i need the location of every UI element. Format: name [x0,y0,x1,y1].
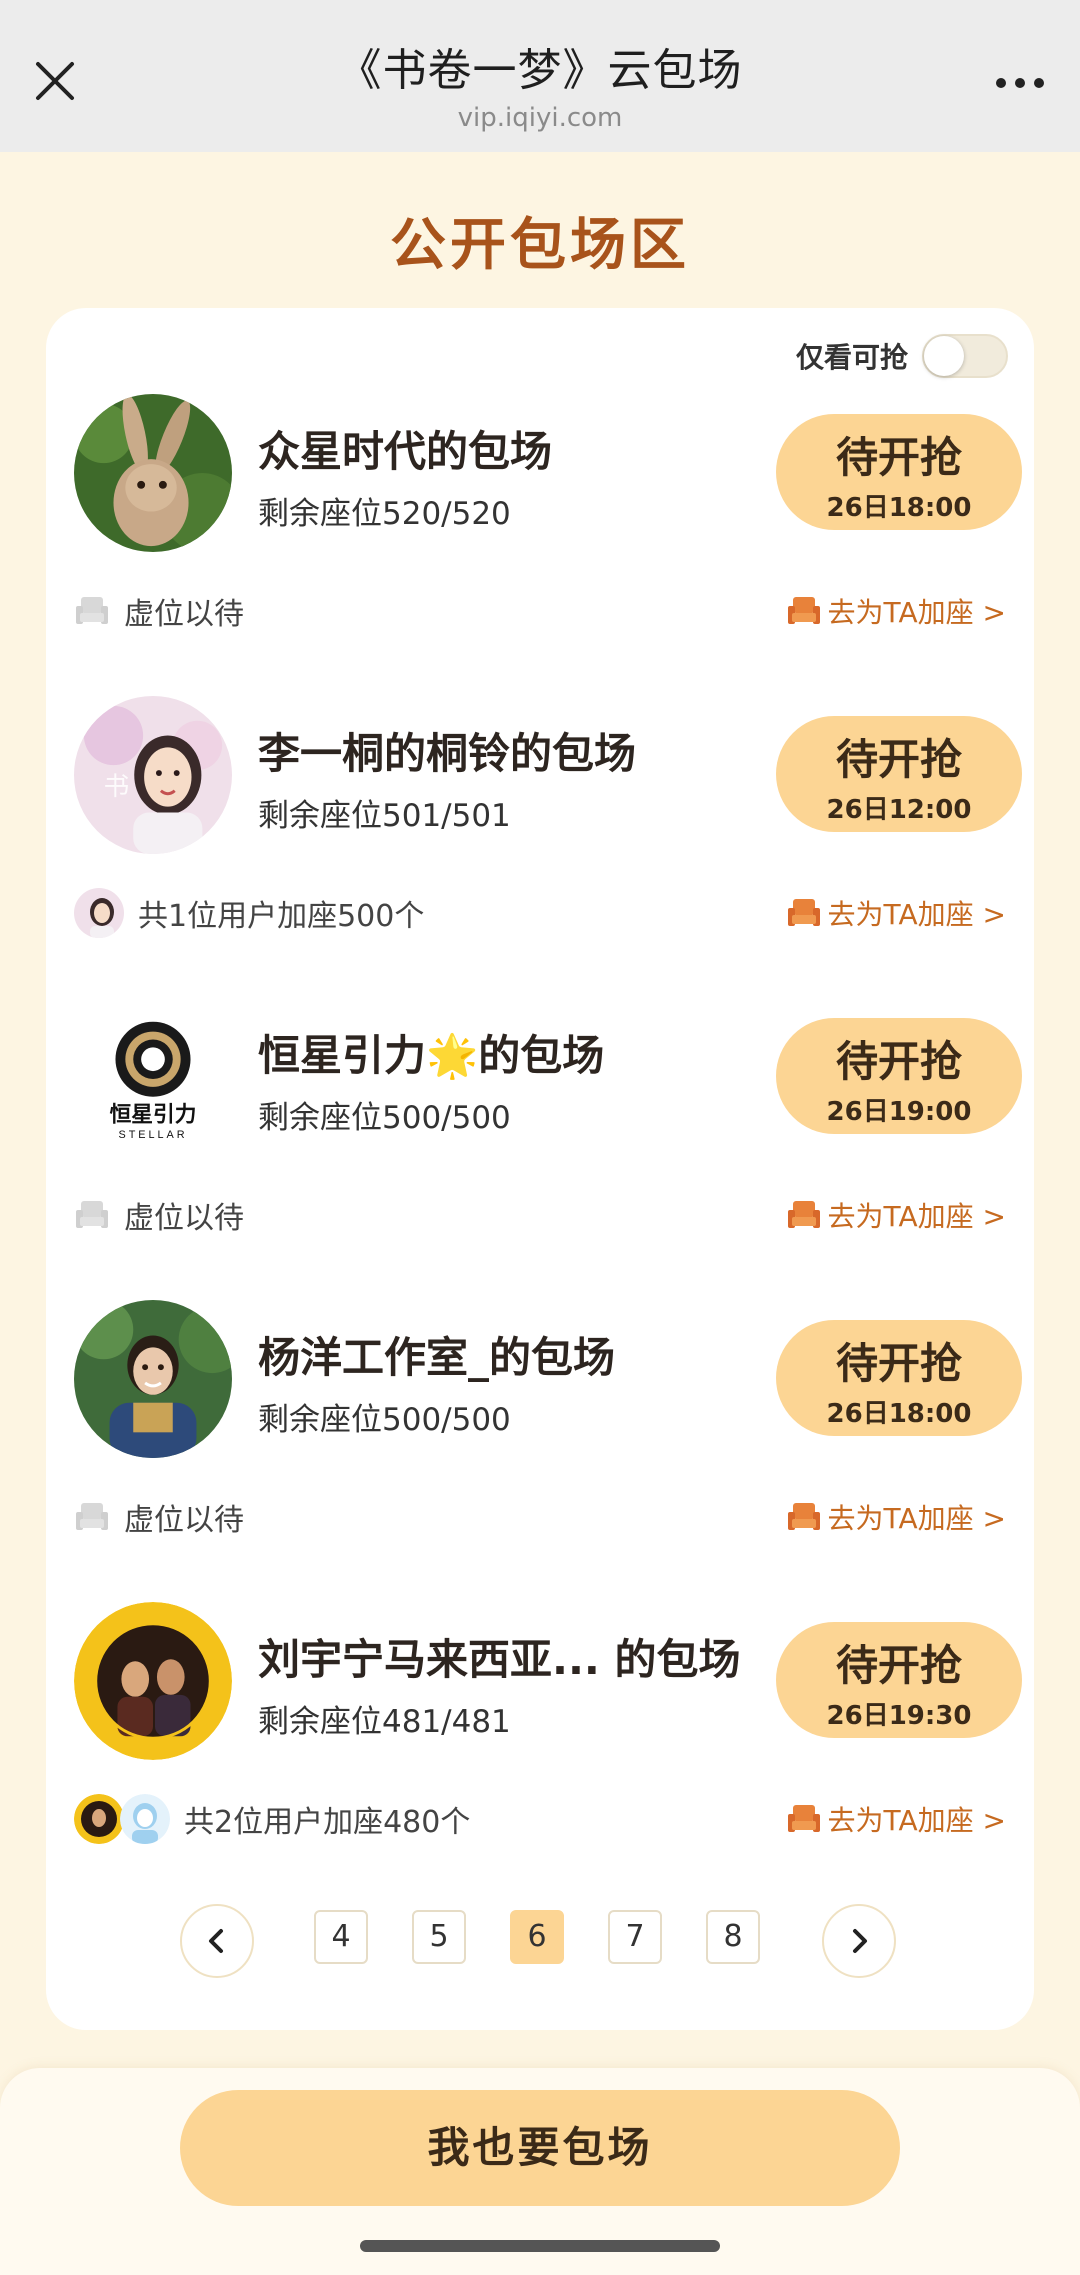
stellar-logo-text: 恒星引力 [110,1101,197,1126]
grab-button-label: 待开抢 [835,433,962,482]
add-seat-link-text: 去为TA加座 > [827,898,1006,931]
seat-status: 虚位以待 [74,1190,244,1240]
pending-grab-button[interactable]: 待开抢 26日19:30 [776,1622,1022,1738]
add-seat-link[interactable]: 去为TA加座 > [786,1794,1006,1844]
supporter-avatar [74,888,124,938]
grab-start-time: 26日18:00 [826,1399,972,1429]
seat-icon [76,1503,108,1530]
user-avatar[interactable] [74,1300,232,1458]
add-seat-link[interactable]: 去为TA加座 > [786,1492,1006,1542]
supporter-avatar [120,1794,170,1844]
seat-status-text: 共2位用户加座480个 [184,1805,471,1840]
page-4-button[interactable]: 4 [314,1910,368,1964]
seat-icon [76,1201,108,1228]
seat-status: 虚位以待 [74,586,244,636]
prev-page-button[interactable] [180,1904,254,1978]
add-seat-link-text: 去为TA加座 > [827,1804,1006,1837]
svg-text:书: 书 [104,772,130,801]
remaining-seats: 剩余座位500/500 [258,1402,511,1438]
filter-label: 仅看可抢 [795,341,908,374]
supporter-avatar [74,1794,124,1844]
booking-name: 刘宇宁马来西亚... 的包场 [258,1635,741,1684]
add-seat-link[interactable]: 去为TA加座 > [786,888,1006,938]
more-options-icon[interactable] [980,58,1060,108]
grab-start-time: 26日19:00 [826,1097,972,1127]
create-booking-button[interactable]: 我也要包场 [180,2090,900,2206]
add-seat-link-text: 去为TA加座 > [827,1200,1006,1233]
booking-name: 众星时代的包场 [258,427,553,476]
chevron-left-icon [209,1929,223,1953]
fanclub-badge-avatar[interactable] [74,1602,232,1760]
booking-row: 众星时代的包场 剩余座位520/520 待开抢 26日18:00 虚位以待 去为… [46,394,1034,694]
page-6-button-current[interactable]: 6 [510,1910,564,1964]
seat-icon [787,597,820,624]
seat-status: 共1位用户加座500个 [74,888,424,938]
page-7-button[interactable]: 7 [608,1910,662,1964]
add-seat-link-text: 去为TA加座 > [827,1502,1006,1535]
seat-status-text: 虚位以待 [124,1503,244,1538]
grab-button-label: 待开抢 [835,735,962,784]
seat-icon [787,1503,820,1530]
seat-status-text: 虚位以待 [124,597,244,632]
add-seat-link-text: 去为TA加座 > [827,596,1006,629]
booking-row: 杨洋工作室_的包场 剩余座位500/500 待开抢 26日18:00 虚位以待 … [46,1300,1034,1600]
grab-start-time: 26日12:00 [826,795,972,825]
title-bar: 《书卷一梦》云包场 vip.iqiyi.com [0,0,1080,152]
seat-status-text: 共1位用户加座500个 [138,899,425,934]
rabbit-avatar[interactable] [74,394,232,552]
grab-start-time: 26日19:30 [826,1701,972,1731]
home-indicator[interactable] [360,2240,720,2252]
booking-row: 书 李一桐的桐铃的包场 剩余座位501/501 待开抢 26日12:00 共1位… [46,696,1034,996]
stellar-logo-avatar[interactable]: 恒星引力 STELLAR [74,998,232,1156]
seat-icon [787,1805,820,1832]
grab-button-label: 待开抢 [835,1037,962,1086]
booking-list-card: 仅看可抢 众星时代的包场 剩余座位520/520 待开抢 26日18:00 虚位… [46,308,1034,2030]
add-seat-link[interactable]: 去为TA加座 > [786,586,1006,636]
seat-icon [76,597,108,624]
user-avatar[interactable]: 书 [74,696,232,854]
pending-grab-button[interactable]: 待开抢 26日12:00 [776,716,1022,832]
stellar-logo-subtext: STELLAR [118,1129,187,1141]
seat-status-text: 虚位以待 [124,1201,244,1236]
remaining-seats: 剩余座位520/520 [258,496,511,532]
page-5-button[interactable]: 5 [412,1910,466,1964]
booking-row: 恒星引力 STELLAR 恒星引力🌟的包场 剩余座位500/500 待开抢 26… [46,998,1034,1298]
chevron-right-icon [853,1929,867,1953]
page-url: vip.iqiyi.com [457,103,623,133]
booking-name: 李一桐的桐铃的包场 [258,729,637,778]
booking-name: 杨洋工作室_的包场 [258,1333,616,1382]
pagination: 4 5 6 7 8 [46,1900,1034,1980]
seat-status: 虚位以待 [74,1492,244,1542]
remaining-seats: 剩余座位500/500 [258,1100,511,1136]
seat-icon [787,899,820,926]
remaining-seats: 剩余座位501/501 [258,798,511,834]
grab-button-label: 待开抢 [835,1641,962,1690]
booking-name: 恒星引力🌟的包场 [258,1031,605,1080]
pending-grab-button[interactable]: 待开抢 26日18:00 [776,1320,1022,1436]
section-title: 公开包场区 [390,213,690,278]
bottom-action-bar: 我也要包场 [0,2068,1080,2275]
grab-start-time: 26日18:00 [826,493,972,523]
page-8-button[interactable]: 8 [706,1910,760,1964]
next-page-button[interactable] [822,1904,896,1978]
seat-icon [787,1201,820,1228]
remaining-seats: 剩余座位481/481 [258,1704,511,1740]
pending-grab-button[interactable]: 待开抢 26日19:00 [776,1018,1022,1134]
seat-status: 共2位用户加座480个 [74,1794,470,1844]
pending-grab-button[interactable]: 待开抢 26日18:00 [776,414,1022,530]
add-seat-link[interactable]: 去为TA加座 > [786,1190,1006,1240]
page-title: 《书卷一梦》云包场 [337,45,743,96]
grab-button-label: 待开抢 [835,1339,962,1388]
available-only-filter[interactable]: 仅看可抢 [796,334,1008,378]
booking-row: 刘宇宁马来西亚... 的包场 剩余座位481/481 待开抢 26日19:30 [46,1602,1034,1902]
available-only-toggle[interactable] [922,334,1008,378]
